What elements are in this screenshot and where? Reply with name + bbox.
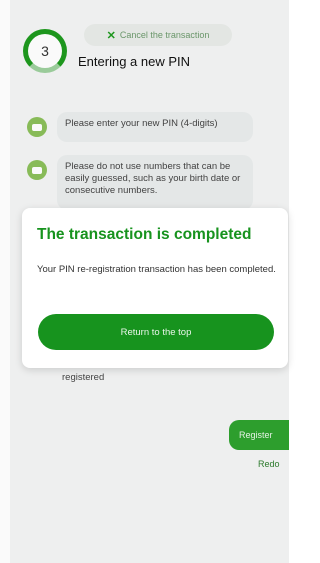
return-to-top-button[interactable]: Return to the top [38, 314, 274, 350]
dialog-title: The transaction is completed [37, 226, 252, 243]
screen: ✕ Cancel the transaction 3 Entering a ne… [0, 0, 289, 563]
completion-dialog: The transaction is completed Your PIN re… [22, 208, 288, 368]
dialog-message: Your PIN re-registration transaction has… [37, 264, 276, 275]
